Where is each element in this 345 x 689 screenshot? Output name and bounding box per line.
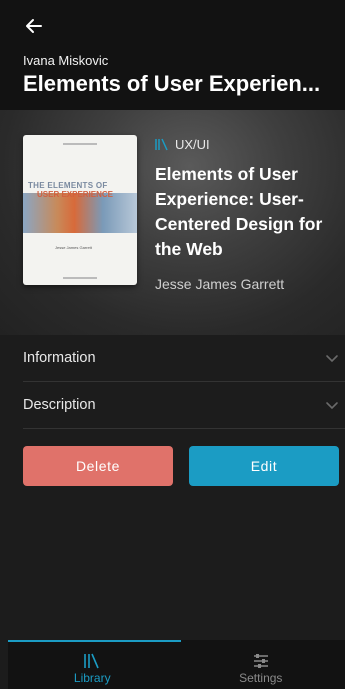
cover-title-line2: USER EXPERIENCE	[37, 190, 114, 199]
active-tab-indicator	[8, 640, 181, 642]
cover-author: Jesse James Garrett	[55, 245, 92, 250]
library-icon	[155, 138, 168, 151]
description-section[interactable]: Description	[23, 382, 345, 429]
settings-sliders-icon	[253, 653, 268, 668]
cover-title-line1: THE ELEMENTS OF	[28, 181, 108, 190]
book-detail-screen: Ivana Miskovic Elements of User Experien…	[0, 0, 345, 689]
back-arrow-icon	[26, 19, 42, 33]
cover-image-band	[23, 193, 137, 233]
back-button[interactable]	[20, 12, 48, 40]
book-category: UX/UI	[155, 137, 210, 152]
nav-edge	[0, 640, 8, 689]
page-title: Elements of User Experien...	[23, 71, 321, 96]
book-hero: THE ELEMENTS OF USER EXPERIENCE Jesse Ja…	[0, 110, 345, 335]
bottom-navigation: Library Settings	[8, 640, 345, 689]
edit-button[interactable]: Edit	[189, 446, 339, 486]
tab-settings-label: Settings	[239, 670, 283, 685]
app-header: Ivana Miskovic Elements of User Experien…	[0, 0, 345, 110]
chevron-down-icon	[326, 402, 338, 410]
information-section[interactable]: Information	[23, 335, 345, 382]
owner-name: Ivana Miskovic	[23, 53, 109, 68]
cover-bottom-line	[63, 277, 97, 279]
delete-button[interactable]: Delete	[23, 446, 173, 486]
category-label: UX/UI	[175, 137, 210, 152]
tab-library[interactable]: Library	[8, 640, 177, 689]
book-title: Elements of User Experience: User-Center…	[155, 164, 323, 259]
book-cover: THE ELEMENTS OF USER EXPERIENCE Jesse Ja…	[23, 135, 137, 285]
information-label: Information	[23, 350, 96, 366]
chevron-down-icon	[326, 355, 338, 363]
cover-top-line	[63, 143, 97, 145]
library-icon	[84, 653, 99, 668]
tab-settings[interactable]: Settings	[177, 640, 345, 689]
description-label: Description	[23, 397, 96, 413]
tab-library-label: Library	[73, 670, 111, 685]
book-author: Jesse James Garrett	[155, 276, 285, 292]
